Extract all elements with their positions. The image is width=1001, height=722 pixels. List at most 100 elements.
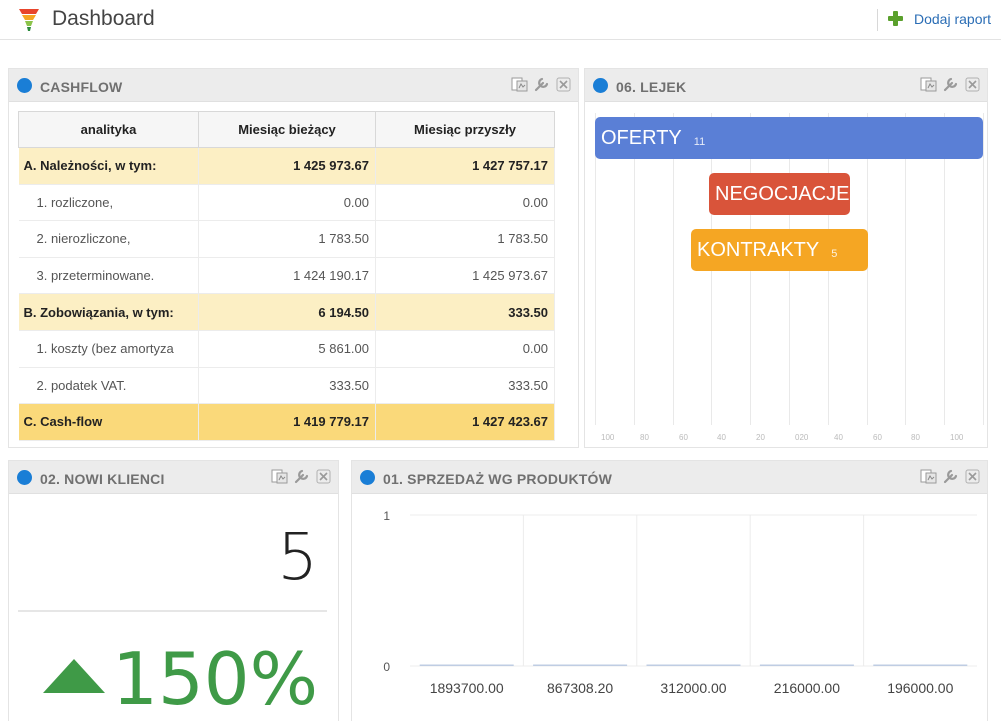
funnel-bar-negocjacje[interactable]: NEGOCJACJE 6 xyxy=(709,173,868,215)
export-icon[interactable] xyxy=(920,468,937,485)
funnel-bar-oferty[interactable]: OFERTY 11 xyxy=(595,117,983,159)
current-month-value: 1 419 779.17 xyxy=(198,403,376,441)
funnel-tick-label: 60 xyxy=(679,433,688,442)
table-row[interactable]: B. Zobowiązania, w tym: 6 194.50 333.50 xyxy=(18,293,555,331)
widget-tools xyxy=(920,468,981,485)
funnel-bar-label: NEGOCJACJE xyxy=(715,182,850,205)
funnel-tick-label: 80 xyxy=(640,433,649,442)
widget-title: 06. LEJEK xyxy=(616,79,687,95)
table-row[interactable]: 2. podatek VAT. 333.50 333.50 xyxy=(18,367,555,405)
funnel-bar-label: KONTRAKTY xyxy=(697,238,820,261)
funnel-gridline xyxy=(673,113,674,425)
funnel-widget: 06. LEJEK 100 80 60 40 20 020 40 60 80 100 OFERTY 1… xyxy=(584,68,988,448)
next-month-value: 333.50 xyxy=(375,293,555,331)
change-percent: 150% xyxy=(112,637,318,721)
x-tick-label: 312000.00 xyxy=(660,680,726,696)
column-header[interactable]: analityka xyxy=(18,111,199,148)
widget-title: 01. SPRZEDAŻ WG PRODUKTÓW xyxy=(383,471,613,487)
next-month-value: 0.00 xyxy=(375,330,555,368)
status-dot-icon xyxy=(593,78,608,93)
table-body: A. Należności, w tym: 1 425 973.67 1 427 7… xyxy=(18,147,555,441)
widget-tools xyxy=(511,76,572,93)
export-icon[interactable] xyxy=(511,76,528,93)
row-label: B. Zobowiązania, w tym: xyxy=(18,293,199,331)
table-row[interactable]: A. Należności, w tym: 1 425 973.67 1 427 7… xyxy=(18,147,555,185)
status-dot-icon xyxy=(360,470,375,485)
export-icon[interactable] xyxy=(271,468,288,485)
funnel-bar-kontrakty[interactable]: KONTRAKTY 5 xyxy=(691,229,868,271)
add-report-button[interactable]: Dodaj raport xyxy=(887,10,991,27)
funnel-chart: 100 80 60 40 20 020 40 60 80 100 OFERTY 11 NEGOCJACJ… xyxy=(595,113,984,447)
top-bar: Dashboard Dodaj raport xyxy=(0,0,1001,40)
next-month-value: 1 427 757.17 xyxy=(375,147,555,185)
widget-header[interactable]: 01. SPRZEDAŻ WG PRODUKTÓW xyxy=(352,461,987,494)
current-month-value: 1 783.50 xyxy=(198,220,376,258)
funnel-tick-label: 80 xyxy=(911,433,920,442)
close-icon[interactable] xyxy=(964,76,981,93)
next-month-value: 1 425 973.67 xyxy=(375,257,555,295)
funnel-gridline xyxy=(595,113,596,425)
new-clients-value: 5 xyxy=(277,521,318,595)
table-row[interactable]: 1. koszty (bez amortyza 5 861.00 0.00 xyxy=(18,330,555,368)
funnel-tick-label: 100 xyxy=(950,433,964,442)
close-icon[interactable] xyxy=(964,468,981,485)
page-title: Dashboard xyxy=(52,7,155,30)
cashflow-table: analityka Miesiąc bieżący Miesiąc przysz… xyxy=(18,111,555,441)
status-dot-icon xyxy=(17,78,32,93)
table-row[interactable]: 3. przeterminowane. 1 424 190.17 1 425 973… xyxy=(18,257,555,295)
funnel-bar-count: 6 xyxy=(861,191,868,204)
plus-icon xyxy=(887,10,904,27)
table-header-row: analityka Miesiąc bieżący Miesiąc przysz… xyxy=(18,111,555,148)
y-tick-label: 1 xyxy=(383,509,390,523)
row-label: 1. koszty (bez amortyza xyxy=(18,330,199,368)
funnel-gridline xyxy=(944,113,945,425)
wrench-icon[interactable] xyxy=(533,76,550,93)
row-label: 1. rozliczone, xyxy=(18,184,199,222)
close-icon[interactable] xyxy=(315,468,332,485)
current-month-value: 5 861.00 xyxy=(198,330,376,368)
current-month-value: 1 424 190.17 xyxy=(198,257,376,295)
widget-title: CASHFLOW xyxy=(40,79,123,95)
bar xyxy=(759,664,854,666)
widget-header[interactable]: CASHFLOW xyxy=(9,69,578,102)
table-row[interactable]: 1. rozliczone, 0.00 0.00 xyxy=(18,184,555,222)
trend-up-icon xyxy=(43,659,105,693)
wrench-icon[interactable] xyxy=(942,468,959,485)
table-row[interactable]: C. Cash-flow 1 419 779.17 1 427 423.67 xyxy=(18,403,555,441)
export-icon[interactable] xyxy=(920,76,937,93)
widget-header[interactable]: 06. LEJEK xyxy=(585,69,987,102)
divider xyxy=(18,610,327,612)
funnel-tick-label: 40 xyxy=(834,433,843,442)
wrench-icon[interactable] xyxy=(293,468,310,485)
current-month-value: 6 194.50 xyxy=(198,293,376,331)
y-tick-label: 0 xyxy=(383,660,390,674)
widget-header[interactable]: 02. NOWI KLIENCI xyxy=(9,461,338,494)
row-label: A. Należności, w tym: xyxy=(18,147,199,185)
x-tick-label: 867308.20 xyxy=(547,680,613,696)
row-label: 3. przeterminowane. xyxy=(18,257,199,295)
x-tick-label: 1893700.00 xyxy=(430,680,504,696)
column-header[interactable]: Miesiąc przyszły xyxy=(375,111,555,148)
bar xyxy=(419,664,514,666)
sales-chart: 0 1 1893700.00 867308.20 312000.00 216000.00 1… xyxy=(383,509,977,696)
funnel-bar-label: OFERTY xyxy=(601,126,682,149)
close-icon[interactable] xyxy=(555,76,572,93)
wrench-icon[interactable] xyxy=(942,76,959,93)
current-month-value: 0.00 xyxy=(198,184,376,222)
next-month-value: 1 783.50 xyxy=(375,220,555,258)
row-label: C. Cash-flow xyxy=(18,403,199,441)
divider xyxy=(877,9,878,31)
current-month-value: 333.50 xyxy=(198,367,376,405)
sales-by-product-widget: 01. SPRZEDAŻ WG PRODUKTÓW 0 1 1893700.00 86… xyxy=(351,460,988,721)
funnel-gridline xyxy=(634,113,635,425)
bar xyxy=(646,664,741,666)
funnel-tick-label: 40 xyxy=(717,433,726,442)
funnel-gridline xyxy=(867,113,868,425)
funnel-tick-label: 20 xyxy=(756,433,765,442)
funnel-gridline xyxy=(983,113,984,425)
bar xyxy=(533,664,628,666)
column-header[interactable]: Miesiąc bieżący xyxy=(198,111,376,148)
table-row[interactable]: 2. nierozliczone, 1 783.50 1 783.50 xyxy=(18,220,555,258)
status-dot-icon xyxy=(17,470,32,485)
funnel-tick-label: 100 xyxy=(601,433,615,442)
